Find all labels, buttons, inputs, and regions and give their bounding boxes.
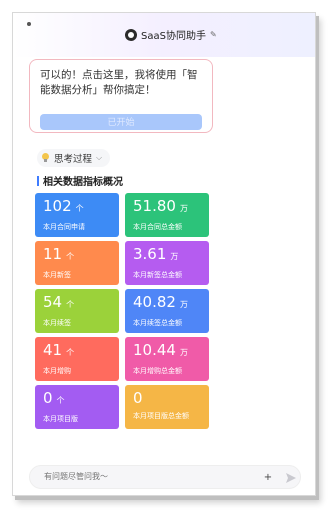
metric-card[interactable]: 40.82 万 本月续签总金额 [125,289,209,333]
section-title: 相关数据指标概况 [37,173,123,188]
metric-value: 40.82 [133,293,176,311]
metric-value: 0 [133,389,143,407]
assistant-logo-icon [125,28,137,41]
window-dot-icon [27,22,31,26]
chat-input-bar: + [29,465,301,489]
metric-label: 本月合同总金额 [133,223,182,231]
app-window: SaaS协同助手 ✎ 可以的！点击这里，我将使用「智能数据分析」帮你搞定！ 已开… [12,12,316,496]
metric-card[interactable]: 0个 本月项目版 [35,385,119,429]
metric-value: 41 [43,341,63,359]
add-attachment-button[interactable]: + [262,472,274,484]
metric-label: 本月续签总金额 [133,319,182,327]
metric-card[interactable]: 51.80 万 本月合同总金额 [125,193,209,237]
started-button[interactable]: 已开始 [40,114,202,130]
metric-value: 0 [43,389,53,407]
metric-label: 本月新签 [43,271,71,279]
metric-unit: 个 [75,204,84,213]
metric-label: 本月项目版总金额 [133,412,189,420]
metric-unit: 万 [179,204,188,213]
metric-value: 10.44 [133,341,176,359]
metric-unit: 万 [179,300,188,309]
metric-label: 本月续签 [43,319,71,327]
lightbulb-icon [41,153,50,163]
chevron-down-icon: ⌵ [96,153,103,162]
metric-unit: 万 [179,348,188,357]
metric-card[interactable]: 41 个 本月增购 [35,337,119,381]
metric-label: 本月新签总金额 [133,271,182,279]
thinking-label: 思考过程 [54,154,93,165]
metric-unit: 个 [66,348,75,357]
metric-value: 102 [43,197,72,215]
metric-unit: 个 [66,252,75,261]
edit-icon[interactable]: ✎ [210,30,217,39]
section-accent-bar [37,175,39,186]
metric-value: 3.61 [133,245,167,263]
metric-unit: 个 [56,396,65,405]
app-title-text: SaaS协同助手 [141,31,206,42]
metric-label: 本月项目版 [43,415,78,423]
metric-label: 本月合同申请 [43,223,85,231]
metric-card[interactable]: 102 个 本月合同申请 [35,193,119,237]
section-title-text: 相关数据指标概况 [43,177,123,188]
metric-card[interactable]: 10.44 万 本月增购总金额 [125,337,209,381]
metric-value: 54 [43,293,63,311]
thinking-toggle[interactable]: 思考过程 ⌵ [37,149,111,167]
send-icon[interactable] [284,471,298,485]
metric-card[interactable]: 3.61 万 本月新签总金额 [125,241,209,285]
metric-unit: 万 [170,252,179,261]
metric-label: 本月增购 [43,367,71,375]
header-bar: SaaS协同助手 ✎ [13,13,315,57]
metric-value: 11 [43,245,63,263]
chat-input[interactable] [44,472,244,481]
metric-card[interactable]: 54 个 本月续签 [35,289,119,333]
metric-value: 51.80 [133,197,176,215]
metric-label: 本月增购总金额 [133,367,182,375]
metric-unit: 个 [66,300,75,309]
metric-card[interactable]: 11 个 本月新签 [35,241,119,285]
analysis-panel: 思考过程 ⌵ 相关数据指标概况 102 个 本月合同申请 51.80 万 本月合同总… [29,145,215,451]
assistant-message: 可以的！点击这里，我将使用「智能数据分析」帮你搞定！ 已开始 [29,59,213,133]
message-text: 可以的！点击这里，我将使用「智能数据分析」帮你搞定！ [40,69,198,96]
app-title: SaaS协同助手 ✎ [125,27,217,42]
metric-card[interactable]: 0 本月项目版总金额 [125,385,209,429]
